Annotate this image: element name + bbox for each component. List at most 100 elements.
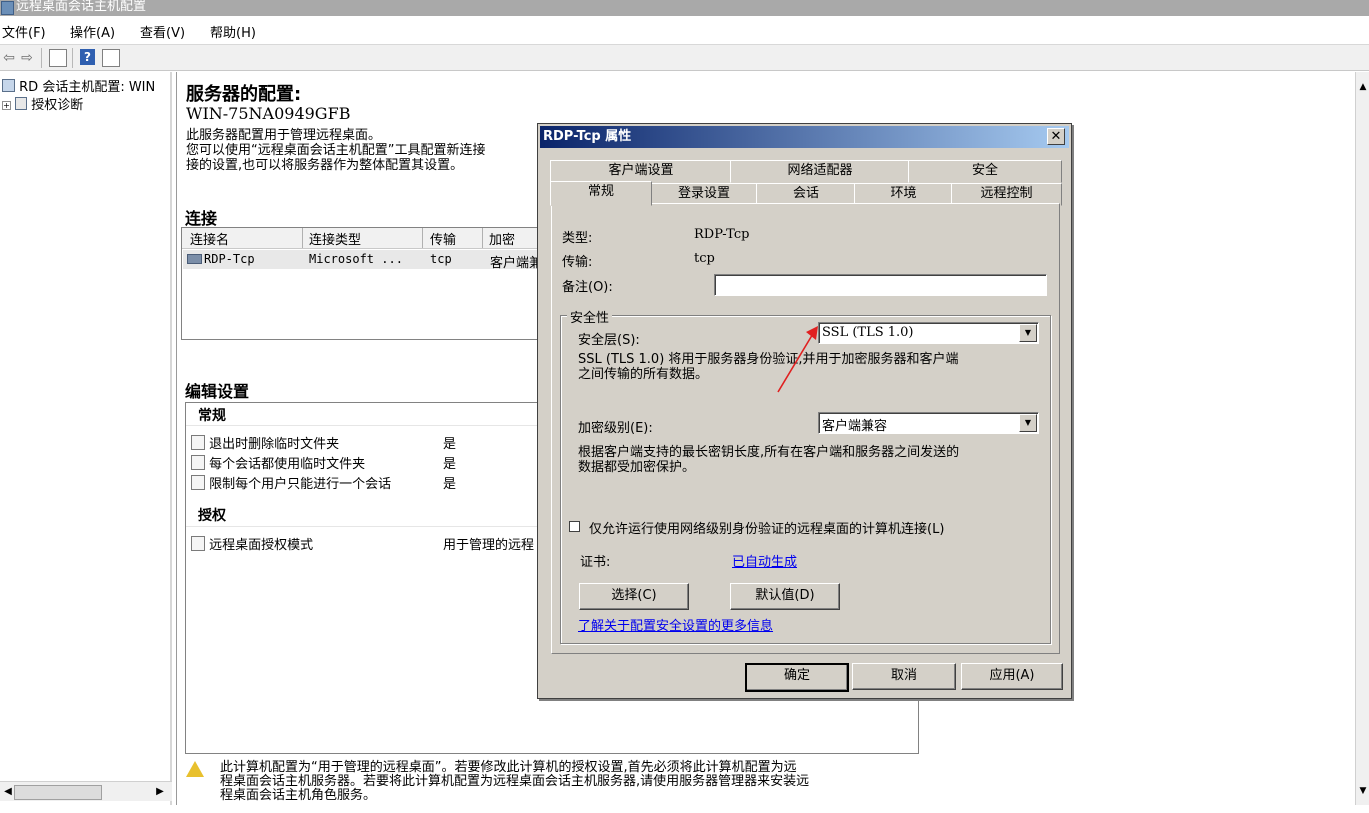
setting-row[interactable]: 退出时删除临时文件夹 xyxy=(191,433,339,452)
setting-value: 用于管理的远程 xyxy=(443,538,535,553)
row-transport: tcp xyxy=(430,252,452,266)
tab-network-adapter[interactable]: 网络适配器 xyxy=(730,160,910,183)
tab-security[interactable]: 安全 xyxy=(908,160,1062,183)
learn-more-link[interactable]: 了解关于配置安全设置的更多信息 xyxy=(578,615,773,634)
setting-row[interactable]: 限制每个用户只能进行一个会话 xyxy=(191,473,391,492)
properties-view-icon[interactable] xyxy=(102,49,120,67)
nla-checkbox-label[interactable]: 仅允许运行使用网络级别身份验证的远程桌面的计算机连接(L) xyxy=(589,518,944,537)
connections-header: 连接名 连接类型 传输 加密 xyxy=(182,228,540,249)
cancel-button[interactable]: 取消 xyxy=(852,663,956,690)
tree-horizontal-scrollbar[interactable]: ◀ ▶ xyxy=(0,781,172,801)
dialog-titlebar[interactable]: RDP-Tcp 属性 xyxy=(540,126,1069,148)
column-header-type[interactable]: 连接类型 xyxy=(309,229,361,248)
scroll-down-icon[interactable]: ▼ xyxy=(1357,784,1369,798)
warning-line: 程桌面会话主机服务器。若要将此计算机配置为远程桌面会话主机服务器,请使用服务器管… xyxy=(220,774,810,789)
row-connection-type: Microsoft ... xyxy=(309,252,403,266)
ok-button[interactable]: 确定 xyxy=(745,663,849,692)
tree-item-label: RD 会话主机配置: WIN xyxy=(19,80,156,95)
tree-item-licensing-diagnosis[interactable]: + 授权诊断 xyxy=(2,94,83,113)
setting-value: 是 xyxy=(443,437,457,452)
setting-value: 是 xyxy=(443,457,457,472)
edit-settings-heading: 编辑设置 xyxy=(185,382,250,401)
setting-label: 远程桌面授权模式 xyxy=(209,538,314,553)
column-divider[interactable] xyxy=(302,228,303,248)
property-icon xyxy=(191,475,205,490)
back-arrow-icon[interactable]: ⇦ xyxy=(0,49,18,67)
annotation-arrow xyxy=(777,326,818,393)
default-button[interactable]: 默认值(D) xyxy=(730,583,840,610)
properties-dialog: RDP-Tcp 属性 ✕ 客户端设置 网络适配器 安全 常规 登录设置 会话 环… xyxy=(537,123,1072,699)
description-line: 此服务器配置用于管理远程桌面。 xyxy=(186,128,382,143)
column-header-transport[interactable]: 传输 xyxy=(430,229,456,248)
connections-list[interactable]: 连接名 连接类型 传输 加密 RDP-Tcp Microsoft ... tcp… xyxy=(181,227,542,340)
chevron-down-icon[interactable]: ▼ xyxy=(1019,414,1037,432)
apply-button[interactable]: 应用(A) xyxy=(961,663,1063,690)
security-layer-description: SSL (TLS 1.0) 将用于服务器身份验证,并用于加密服务器和客户端 之间… xyxy=(578,352,959,382)
tab-general[interactable]: 常规 xyxy=(550,181,652,206)
menu-help[interactable]: 帮助(H) xyxy=(210,22,256,41)
transport-value: tcp xyxy=(694,251,715,266)
connections-heading: 连接 xyxy=(185,209,218,228)
menu-action[interactable]: 操作(A) xyxy=(70,22,115,41)
row-connection-name: RDP-Tcp xyxy=(204,252,255,266)
scroll-right-icon[interactable]: ▶ xyxy=(152,784,168,799)
setting-row[interactable]: 每个会话都使用临时文件夹 xyxy=(191,453,365,472)
description-line: 数据都受加密保护。 xyxy=(578,460,696,475)
description-line: 根据客户端支持的最长密钥长度,所有在客户端和服务器之间发送的 xyxy=(578,445,960,460)
setting-label: 每个会话都使用临时文件夹 xyxy=(209,457,366,472)
forward-arrow-icon[interactable]: ⇨ xyxy=(18,49,36,67)
security-layer-label: 安全层(S): xyxy=(578,333,640,348)
setting-label: 退出时删除临时文件夹 xyxy=(209,437,340,452)
column-divider[interactable] xyxy=(422,228,423,248)
close-icon[interactable]: ✕ xyxy=(1047,128,1065,145)
tree-item-rd-config[interactable]: RD 会话主机配置: WIN xyxy=(2,76,155,95)
menu-file[interactable]: 文件(F) xyxy=(2,22,46,41)
certificate-label: 证书: xyxy=(580,555,611,570)
dialog-title: RDP-Tcp 属性 xyxy=(543,129,632,144)
expand-plus-icon[interactable]: + xyxy=(2,101,11,110)
nla-checkbox[interactable] xyxy=(569,521,580,532)
general-section-title: 常规 xyxy=(198,408,226,424)
setting-value: 是 xyxy=(443,477,457,492)
computer-icon xyxy=(2,79,15,92)
tree-item-label: 授权诊断 xyxy=(31,98,84,113)
content-vertical-scrollbar[interactable]: ▲ ▼ xyxy=(1355,72,1369,805)
scroll-thumb[interactable] xyxy=(14,785,102,800)
app-icon xyxy=(1,1,14,15)
description-line: 您可以使用“远程桌面会话主机配置”工具配置新连接 xyxy=(186,143,486,158)
show-hide-tree-icon[interactable] xyxy=(49,49,67,67)
setting-row[interactable]: 远程桌面授权模式 xyxy=(191,534,313,553)
property-icon xyxy=(191,455,205,470)
annotation-arrow-head xyxy=(806,326,818,340)
select-button[interactable]: 选择(C) xyxy=(579,583,689,610)
tab-panel-general: 类型: RDP-Tcp 传输: tcp 备注(O): 安全性 安全层(S): S… xyxy=(551,203,1060,654)
warning-line: 此计算机配置为“用于管理的远程桌面”。若要修改此计算机的授权设置,首先必须将此计… xyxy=(220,760,797,775)
description-line: 接的设置,也可以将服务器作为整体配置其设置。 xyxy=(186,158,464,173)
page-title: 服务器的配置: xyxy=(186,84,302,105)
column-divider[interactable] xyxy=(482,228,483,248)
security-layer-select[interactable]: SSL (TLS 1.0) ▼ xyxy=(818,322,1039,344)
warning-line: 程桌面会话主机角色服务。 xyxy=(220,788,377,803)
navigation-tree: RD 会话主机配置: WIN + 授权诊断 xyxy=(0,72,172,805)
comment-input[interactable] xyxy=(714,274,1047,296)
encryption-level-select[interactable]: 客户端兼容 ▼ xyxy=(818,412,1039,434)
connection-icon xyxy=(187,254,202,264)
encryption-level-description: 根据客户端支持的最长密钥长度,所有在客户端和服务器之间发送的 数据都受加密保护。 xyxy=(578,445,959,475)
property-icon xyxy=(191,536,205,551)
setting-label: 限制每个用户只能进行一个会话 xyxy=(209,477,392,492)
type-value: RDP-Tcp xyxy=(694,227,750,242)
certificate-link[interactable]: 已自动生成 xyxy=(732,551,797,570)
scroll-up-icon[interactable]: ▲ xyxy=(1357,80,1369,94)
warning-message: 此计算机配置为“用于管理的远程桌面”。若要修改此计算机的授权设置,首先必须将此计… xyxy=(220,761,809,803)
chevron-down-icon[interactable]: ▼ xyxy=(1019,324,1037,342)
tab-client-settings[interactable]: 客户端设置 xyxy=(550,160,732,183)
menu-view[interactable]: 查看(V) xyxy=(140,22,185,41)
column-header-encryption[interactable]: 加密 xyxy=(489,229,515,248)
column-header-name[interactable]: 连接名 xyxy=(190,229,229,248)
licensing-section-title: 授权 xyxy=(198,508,226,524)
table-row[interactable]: RDP-Tcp Microsoft ... tcp 客户端兼 xyxy=(183,250,542,271)
description-line: SSL (TLS 1.0) 将用于服务器身份验证,并用于加密服务器和客户端 xyxy=(578,352,959,367)
page-description: 此服务器配置用于管理远程桌面。 您可以使用“远程桌面会话主机配置”工具配置新连接… xyxy=(186,128,485,173)
security-group-label: 安全性 xyxy=(567,307,613,326)
help-icon[interactable]: ? xyxy=(80,49,95,65)
